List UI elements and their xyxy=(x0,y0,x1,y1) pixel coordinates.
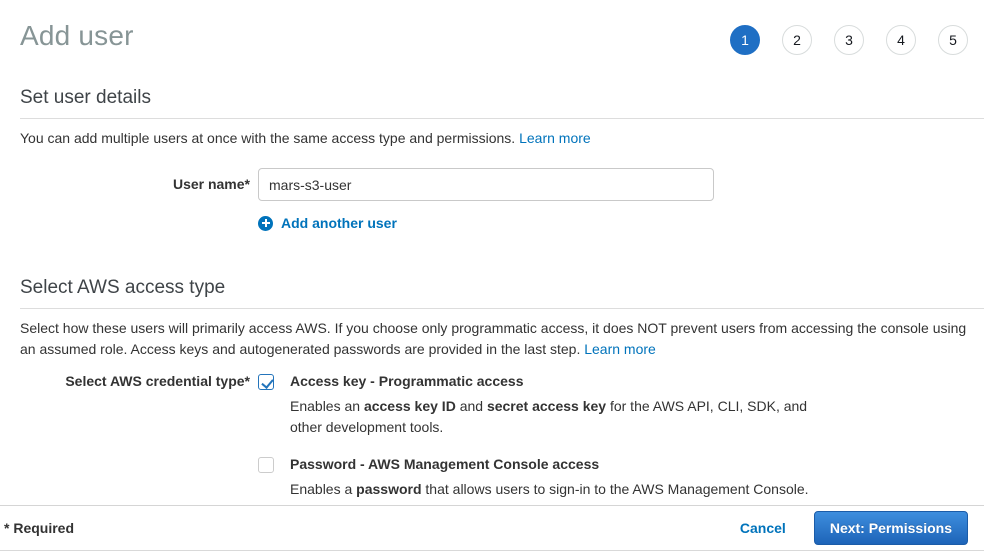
credential-options: Access key - Programmatic access Enables… xyxy=(258,373,842,500)
required-note: * Required xyxy=(4,520,74,536)
wizard-footer: * Required Cancel Next: Permissions xyxy=(0,505,984,551)
user-name-label: User name* xyxy=(20,168,250,201)
user-details-intro-text: You can add multiple users at once with … xyxy=(20,130,519,146)
page-header: Add user 1 2 3 4 5 xyxy=(0,0,984,55)
desc-text: and xyxy=(456,398,487,414)
desc-bold: password xyxy=(356,481,421,497)
user-details-intro: You can add multiple users at once with … xyxy=(20,128,976,149)
cancel-button[interactable]: Cancel xyxy=(740,520,786,536)
set-user-details-section: Set user details You can add multiple us… xyxy=(20,87,984,231)
password-option-title: Password - AWS Management Console access xyxy=(290,456,809,472)
desc-bold: access key ID xyxy=(364,398,456,414)
credential-type-label: Select AWS credential type* xyxy=(20,373,250,500)
add-another-user-label: Add another user xyxy=(281,215,397,231)
access-key-option-text: Access key - Programmatic access Enables… xyxy=(290,373,842,438)
desc-bold: secret access key xyxy=(487,398,606,414)
add-another-user-button[interactable]: Add another user xyxy=(258,215,984,231)
page-title: Add user xyxy=(20,20,134,52)
set-user-details-heading: Set user details xyxy=(20,87,984,119)
access-key-checkbox[interactable] xyxy=(258,374,274,390)
desc-text: Enables an xyxy=(290,398,364,414)
user-name-field-wrap xyxy=(258,168,714,201)
user-name-row: User name* xyxy=(20,168,984,201)
password-checkbox[interactable] xyxy=(258,457,274,473)
credential-type-row: Select AWS credential type* Access key -… xyxy=(20,373,984,500)
access-key-option-title: Access key - Programmatic access xyxy=(290,373,842,389)
step-2-indicator[interactable]: 2 xyxy=(782,25,812,55)
select-access-type-section: Select AWS access type Select how these … xyxy=(20,277,984,500)
access-type-intro: Select how these users will primarily ac… xyxy=(20,318,976,360)
step-3-indicator[interactable]: 3 xyxy=(834,25,864,55)
password-option-text: Password - AWS Management Console access… xyxy=(290,456,809,500)
access-type-learn-more-link[interactable]: Learn more xyxy=(584,341,656,357)
desc-text: Enables a xyxy=(290,481,356,497)
access-type-intro-text: Select how these users will primarily ac… xyxy=(20,320,966,357)
step-1-indicator[interactable]: 1 xyxy=(730,25,760,55)
user-details-learn-more-link[interactable]: Learn more xyxy=(519,130,591,146)
password-option: Password - AWS Management Console access… xyxy=(258,456,842,500)
wizard-step-indicator: 1 2 3 4 5 xyxy=(730,25,968,55)
footer-actions: Cancel Next: Permissions xyxy=(740,511,968,545)
password-option-desc: Enables a password that allows users to … xyxy=(290,479,809,500)
select-access-type-heading: Select AWS access type xyxy=(20,277,984,309)
access-key-option-desc: Enables an access key ID and secret acce… xyxy=(290,396,842,438)
step-4-indicator[interactable]: 4 xyxy=(886,25,916,55)
step-5-indicator[interactable]: 5 xyxy=(938,25,968,55)
desc-text: that allows users to sign-in to the AWS … xyxy=(422,481,809,497)
plus-circle-icon xyxy=(258,216,273,231)
user-name-input[interactable] xyxy=(258,168,714,201)
next-permissions-button[interactable]: Next: Permissions xyxy=(814,511,968,545)
access-key-option: Access key - Programmatic access Enables… xyxy=(258,373,842,438)
